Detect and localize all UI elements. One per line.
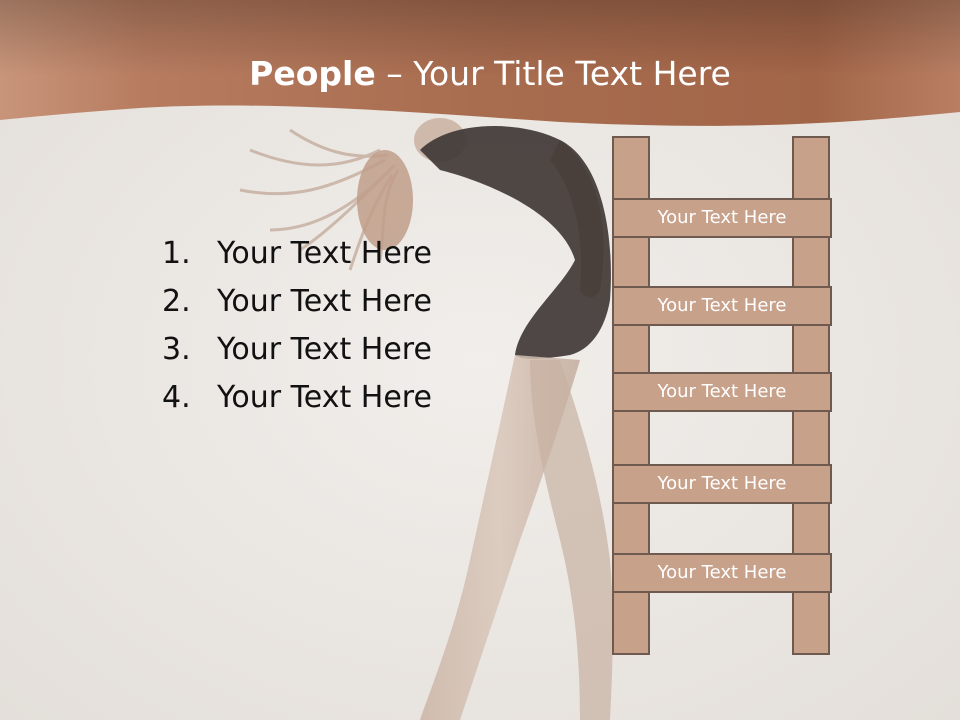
list-item-number: 1.	[162, 236, 191, 271]
list-item: 4. Your Text Here	[162, 374, 432, 422]
ladder-rung-2: Your Text Here	[612, 286, 832, 326]
ladder-rung-1: Your Text Here	[612, 198, 832, 238]
slide: People – Your Title Text Here 1. Your Tex…	[0, 0, 960, 720]
list-item-number: 3.	[162, 332, 191, 367]
ladder-rung-3: Your Text Here	[612, 372, 832, 412]
list-item-number: 2.	[162, 284, 191, 319]
list-item-text: Your Text Here	[217, 284, 432, 319]
list-item: 1. Your Text Here	[162, 230, 432, 278]
list-item-text: Your Text Here	[217, 332, 432, 367]
slide-title: People – Your Title Text Here	[0, 52, 960, 96]
list-item-text: Your Text Here	[217, 236, 432, 271]
list-item-text: Your Text Here	[217, 380, 432, 415]
list-item: 2. Your Text Here	[162, 278, 432, 326]
ladder-rung-4: Your Text Here	[612, 464, 832, 504]
numbered-list: 1. Your Text Here 2. Your Text Here 3. Your…	[162, 230, 432, 422]
ladder-rung-5: Your Text Here	[612, 553, 832, 593]
list-item-number: 4.	[162, 380, 191, 415]
title-bold-text: People	[249, 54, 376, 93]
list-item: 3. Your Text Here	[162, 326, 432, 374]
title-rest-text: – Your Title Text Here	[375, 54, 731, 93]
